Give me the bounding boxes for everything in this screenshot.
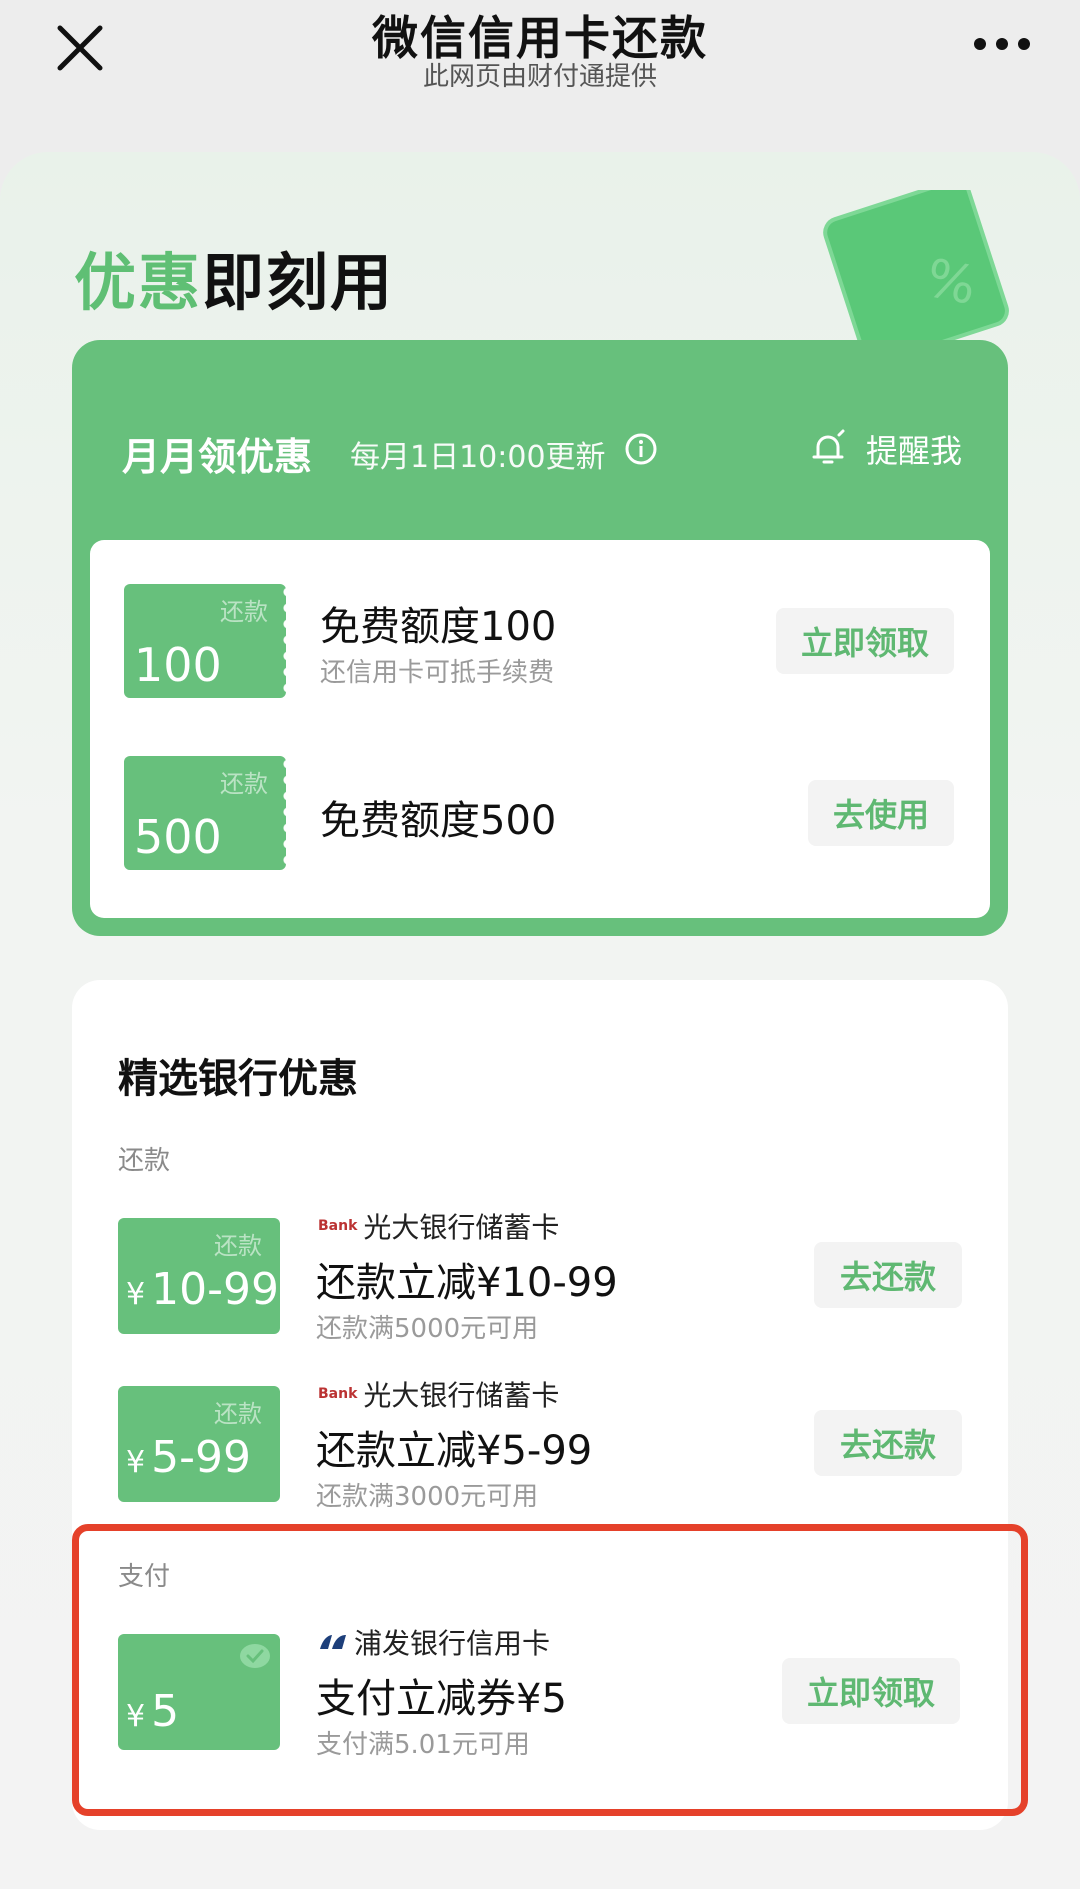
remind-me-label: 提醒我 xyxy=(865,432,962,470)
bank-name: Bank 光大银行储蓄卡 xyxy=(318,1379,560,1412)
offer-title: 免费额度500 xyxy=(320,798,557,844)
monthly-offers-title: 月月领优惠 xyxy=(122,435,313,479)
coupon-ticket: 还款 ¥5-99 xyxy=(118,1386,280,1502)
coupon-tag: 还款 xyxy=(214,1400,262,1428)
headline-rest: 即刻用 xyxy=(202,246,395,319)
coupon-ticket: 还款 500 xyxy=(124,756,286,870)
bank-name: Bank 光大银行储蓄卡 xyxy=(318,1211,560,1244)
more-icon xyxy=(974,38,1030,50)
offer-title: 还款立减¥10-99 xyxy=(316,1260,618,1306)
bank-logo: Bank xyxy=(318,1218,358,1234)
info-icon[interactable] xyxy=(624,432,658,466)
coupon-ticket: 还款 ¥10-99 xyxy=(118,1218,280,1334)
bank-offers-title: 精选银行优惠 xyxy=(118,1056,358,1102)
coupon-amount: 500 xyxy=(134,810,222,864)
claim-now-button[interactable]: 立即领取 xyxy=(776,608,954,674)
navigation-bar: 微信信用卡还款 此网页由财付通提供 xyxy=(0,0,1080,104)
monthly-offers-list: 还款 100 免费额度100 还信用卡可抵手续费 立即领取 还款 500 免费额… xyxy=(90,540,990,918)
headline-accent: 优惠 xyxy=(74,246,203,319)
offer-title: 免费额度100 xyxy=(320,604,557,650)
page-subtitle: 此网页由财付通提供 xyxy=(422,62,657,92)
bell-icon xyxy=(812,429,845,464)
coupon-ticket: 还款 100 xyxy=(124,584,286,698)
more-button[interactable] xyxy=(972,32,1032,56)
coupon-amount: ¥10-99 xyxy=(126,1264,279,1315)
use-now-button[interactable]: 去使用 xyxy=(808,780,954,846)
monthly-offers-panel: 月月领优惠 每月1日10:00更新 提醒我 还款 100 免费额度100 还信用… xyxy=(72,340,1008,936)
highlight-box xyxy=(72,1524,1028,1816)
coupon-tag: 还款 xyxy=(220,598,268,626)
offer-description: 还款满5000元可用 xyxy=(316,1314,539,1344)
coupon-decoration-icon: % xyxy=(823,190,1009,350)
monthly-update-note: 每月1日10:00更新 xyxy=(350,440,606,475)
remind-me-button[interactable]: 提醒我 xyxy=(808,424,962,474)
offer-description: 还款满3000元可用 xyxy=(316,1482,539,1512)
coupon-amount: ¥5-99 xyxy=(126,1432,251,1483)
go-repay-button[interactable]: 去还款 xyxy=(814,1242,962,1308)
coupon-tag: 还款 xyxy=(220,770,268,798)
offer-description: 还信用卡可抵手续费 xyxy=(320,658,555,688)
offer-title: 还款立减¥5-99 xyxy=(316,1428,593,1474)
go-repay-button[interactable]: 去还款 xyxy=(814,1410,962,1476)
coupon-tag: 还款 xyxy=(214,1232,262,1260)
bank-logo: Bank xyxy=(318,1386,358,1402)
headline: 优惠即刻用 xyxy=(74,232,394,322)
coupon-amount: 100 xyxy=(134,638,222,692)
repay-group-label: 还款 xyxy=(118,1146,171,1176)
